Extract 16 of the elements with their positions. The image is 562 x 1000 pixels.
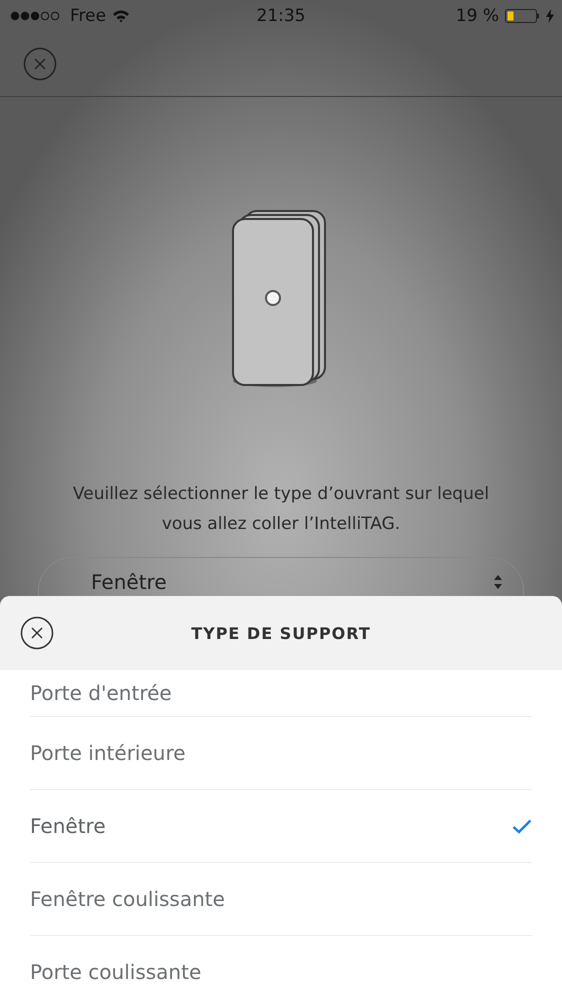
battery-icon: [505, 9, 540, 23]
option-item[interactable]: Porte coulissante: [30, 936, 532, 1000]
close-button[interactable]: [20, 616, 54, 650]
battery-percentage: 19 %: [456, 6, 499, 26]
charging-bolt-icon: [546, 9, 554, 23]
clock: 21:35: [256, 6, 306, 26]
checkmark-icon: [512, 818, 532, 834]
wifi-icon: [112, 9, 130, 23]
carrier-name: Free: [70, 6, 106, 26]
option-item[interactable]: Porte d'entrée: [30, 670, 532, 717]
option-item[interactable]: Fenêtre coulissante: [30, 863, 532, 936]
up-down-caret-icon: [493, 574, 503, 590]
option-item[interactable]: Porte intérieure: [30, 717, 532, 790]
option-item[interactable]: Fenêtre: [30, 790, 532, 863]
instruction-text: Veuillez sélectionner le type d’ouvrant sur lequel vous allez coller l’IntelliTAG.: [72, 483, 490, 536]
sheet-title: TYPE DE SUPPORT: [191, 624, 371, 642]
